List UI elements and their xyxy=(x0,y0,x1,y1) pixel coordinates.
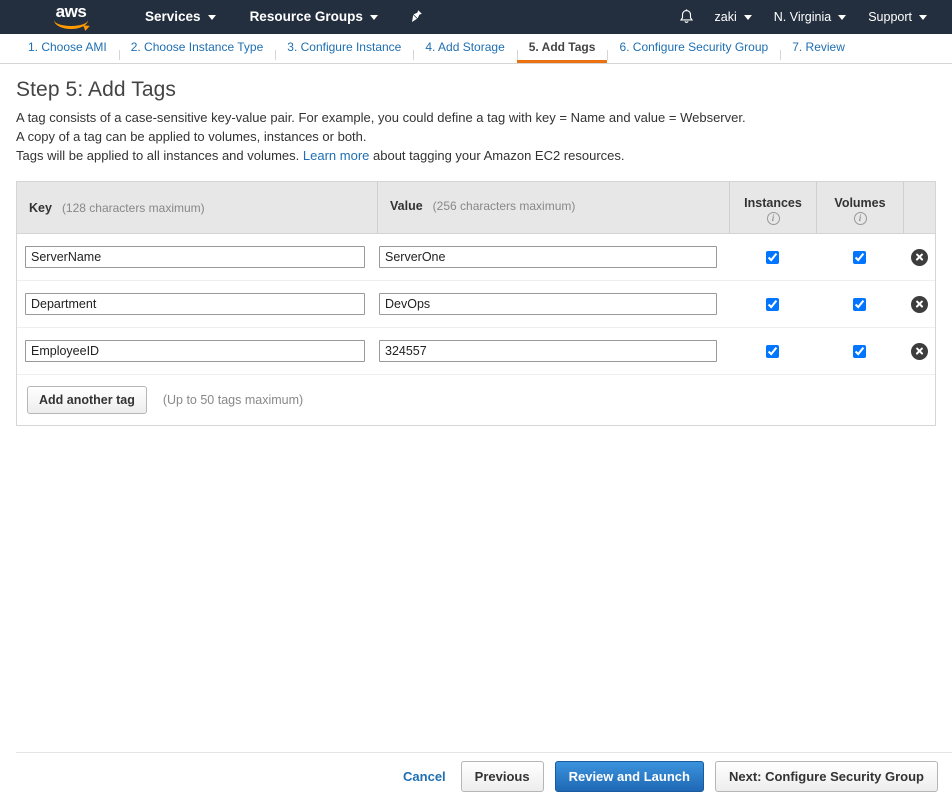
nav-user-menu[interactable]: zaki xyxy=(704,0,763,34)
tag-delete-cell xyxy=(903,342,935,360)
tag-delete-cell xyxy=(903,295,935,313)
chevron-down-icon xyxy=(207,14,216,20)
nav-resource-groups-label: Resource Groups xyxy=(249,9,363,24)
instances-checkbox[interactable] xyxy=(766,344,779,358)
nav-resource-groups-menu[interactable]: Resource Groups xyxy=(241,0,387,34)
value-header-label: Value xyxy=(390,199,423,213)
tag-instances-cell xyxy=(729,297,816,311)
column-header-instances: Instances i xyxy=(729,182,816,233)
aws-logo-smile-icon xyxy=(54,20,88,29)
remove-tag-icon[interactable] xyxy=(910,295,928,313)
page-content: Step 5: Add Tags A tag consists of a cas… xyxy=(0,78,952,426)
bell-icon[interactable] xyxy=(679,8,694,26)
previous-button[interactable]: Previous xyxy=(460,761,544,792)
tag-value-input[interactable] xyxy=(379,340,717,362)
cancel-button[interactable]: Cancel xyxy=(403,769,446,784)
top-navigation-bar: aws Services Resource Groups zaki N. Vir… xyxy=(0,0,952,34)
aws-logo-wordmark: aws xyxy=(55,2,87,21)
tag-value-input[interactable] xyxy=(379,246,717,268)
key-header-label: Key xyxy=(29,200,52,215)
nav-region-menu[interactable]: N. Virginia xyxy=(763,0,857,34)
tag-value-input[interactable] xyxy=(379,293,717,315)
tag-table-header: Key (128 characters maximum) Value (256 … xyxy=(17,182,935,234)
tab-review[interactable]: 7. Review xyxy=(780,34,857,63)
instances-checkbox[interactable] xyxy=(766,297,779,311)
table-row xyxy=(17,234,935,281)
tag-panel-footer: Add another tag (Up to 50 tags maximum) xyxy=(17,375,935,425)
tab-configure-instance[interactable]: 3. Configure Instance xyxy=(275,34,413,63)
key-header-hint: (128 characters maximum) xyxy=(61,200,205,215)
page-description-line-1: A tag consists of a case-sensitive key-v… xyxy=(16,110,746,125)
tag-key-input[interactable] xyxy=(25,340,365,362)
volumes-checkbox[interactable] xyxy=(853,250,866,264)
page-description-line-2: A copy of a tag can be applied to volume… xyxy=(16,129,367,144)
tag-table-panel: Key (128 characters maximum) Value (256 … xyxy=(16,181,936,426)
tag-key-cell xyxy=(17,246,377,268)
page-description-line-3-after: about tagging your Amazon EC2 resources. xyxy=(373,148,625,163)
remove-tag-icon[interactable] xyxy=(910,248,928,266)
column-header-delete xyxy=(903,182,935,233)
column-header-value: Value (256 characters maximum) xyxy=(377,182,729,233)
add-another-tag-button[interactable]: Add another tag xyxy=(27,385,147,415)
tab-choose-ami[interactable]: 1. Choose AMI xyxy=(16,34,119,63)
learn-more-link[interactable]: Learn more xyxy=(303,148,369,163)
tag-key-input[interactable] xyxy=(25,293,365,315)
column-header-volumes: Volumes i xyxy=(816,182,903,233)
aws-logo[interactable]: aws xyxy=(48,2,94,30)
instances-checkbox[interactable] xyxy=(766,250,779,264)
tag-value-cell xyxy=(377,293,729,315)
table-row xyxy=(17,328,935,375)
tag-key-cell xyxy=(17,293,377,315)
nav-right-group: zaki N. Virginia Support xyxy=(679,0,952,34)
pin-icon[interactable] xyxy=(409,9,423,25)
chevron-down-icon xyxy=(919,14,927,20)
nav-user-label: zaki xyxy=(714,10,737,24)
page-title: Step 5: Add Tags xyxy=(16,78,177,101)
wizard-step-tabs: 1. Choose AMI 2. Choose Instance Type 3.… xyxy=(0,34,952,64)
next-configure-security-group-button[interactable]: Next: Configure Security Group xyxy=(714,761,938,792)
tab-configure-security-group[interactable]: 6. Configure Security Group xyxy=(607,34,780,63)
info-icon[interactable]: i xyxy=(853,212,867,225)
page-description-line-3-before: Tags will be applied to all instances an… xyxy=(16,148,300,163)
tag-delete-cell xyxy=(903,248,935,266)
tab-add-storage[interactable]: 4. Add Storage xyxy=(413,34,516,63)
tag-value-cell xyxy=(377,246,729,268)
nav-support-menu[interactable]: Support xyxy=(857,0,938,34)
remove-tag-icon[interactable] xyxy=(910,342,928,360)
nav-services-label: Services xyxy=(145,9,201,24)
table-row xyxy=(17,281,935,328)
review-and-launch-button[interactable]: Review and Launch xyxy=(554,761,704,792)
tag-volumes-cell xyxy=(816,250,903,264)
tab-choose-instance-type[interactable]: 2. Choose Instance Type xyxy=(118,34,276,63)
info-icon[interactable]: i xyxy=(766,212,780,225)
max-tags-hint: (Up to 50 tags maximum) xyxy=(162,393,304,407)
volumes-header-label: Volumes xyxy=(834,196,886,210)
volumes-checkbox[interactable] xyxy=(853,297,866,311)
tag-value-cell xyxy=(377,340,729,362)
tag-key-cell xyxy=(17,340,377,362)
tag-volumes-cell xyxy=(816,344,903,358)
nav-support-label: Support xyxy=(868,10,912,24)
chevron-down-icon xyxy=(838,14,847,20)
tag-key-input[interactable] xyxy=(25,246,365,268)
instances-header-label: Instances xyxy=(744,196,802,210)
tab-add-tags[interactable]: 5. Add Tags xyxy=(516,34,608,63)
nav-services-menu[interactable]: Services xyxy=(136,0,225,34)
wizard-footer: Cancel Previous Review and Launch Next: … xyxy=(16,752,952,800)
page-description-line-3: Tags will be applied to all instances an… xyxy=(16,146,936,165)
tag-instances-cell xyxy=(729,250,816,264)
chevron-down-icon xyxy=(369,14,378,20)
value-header-hint: (256 characters maximum) xyxy=(432,199,576,213)
nav-region-label: N. Virginia xyxy=(773,10,832,24)
chevron-down-icon xyxy=(743,14,752,20)
tag-volumes-cell xyxy=(816,297,903,311)
tag-instances-cell xyxy=(729,344,816,358)
column-header-key: Key (128 characters maximum) xyxy=(17,201,377,215)
volumes-checkbox[interactable] xyxy=(853,344,866,358)
